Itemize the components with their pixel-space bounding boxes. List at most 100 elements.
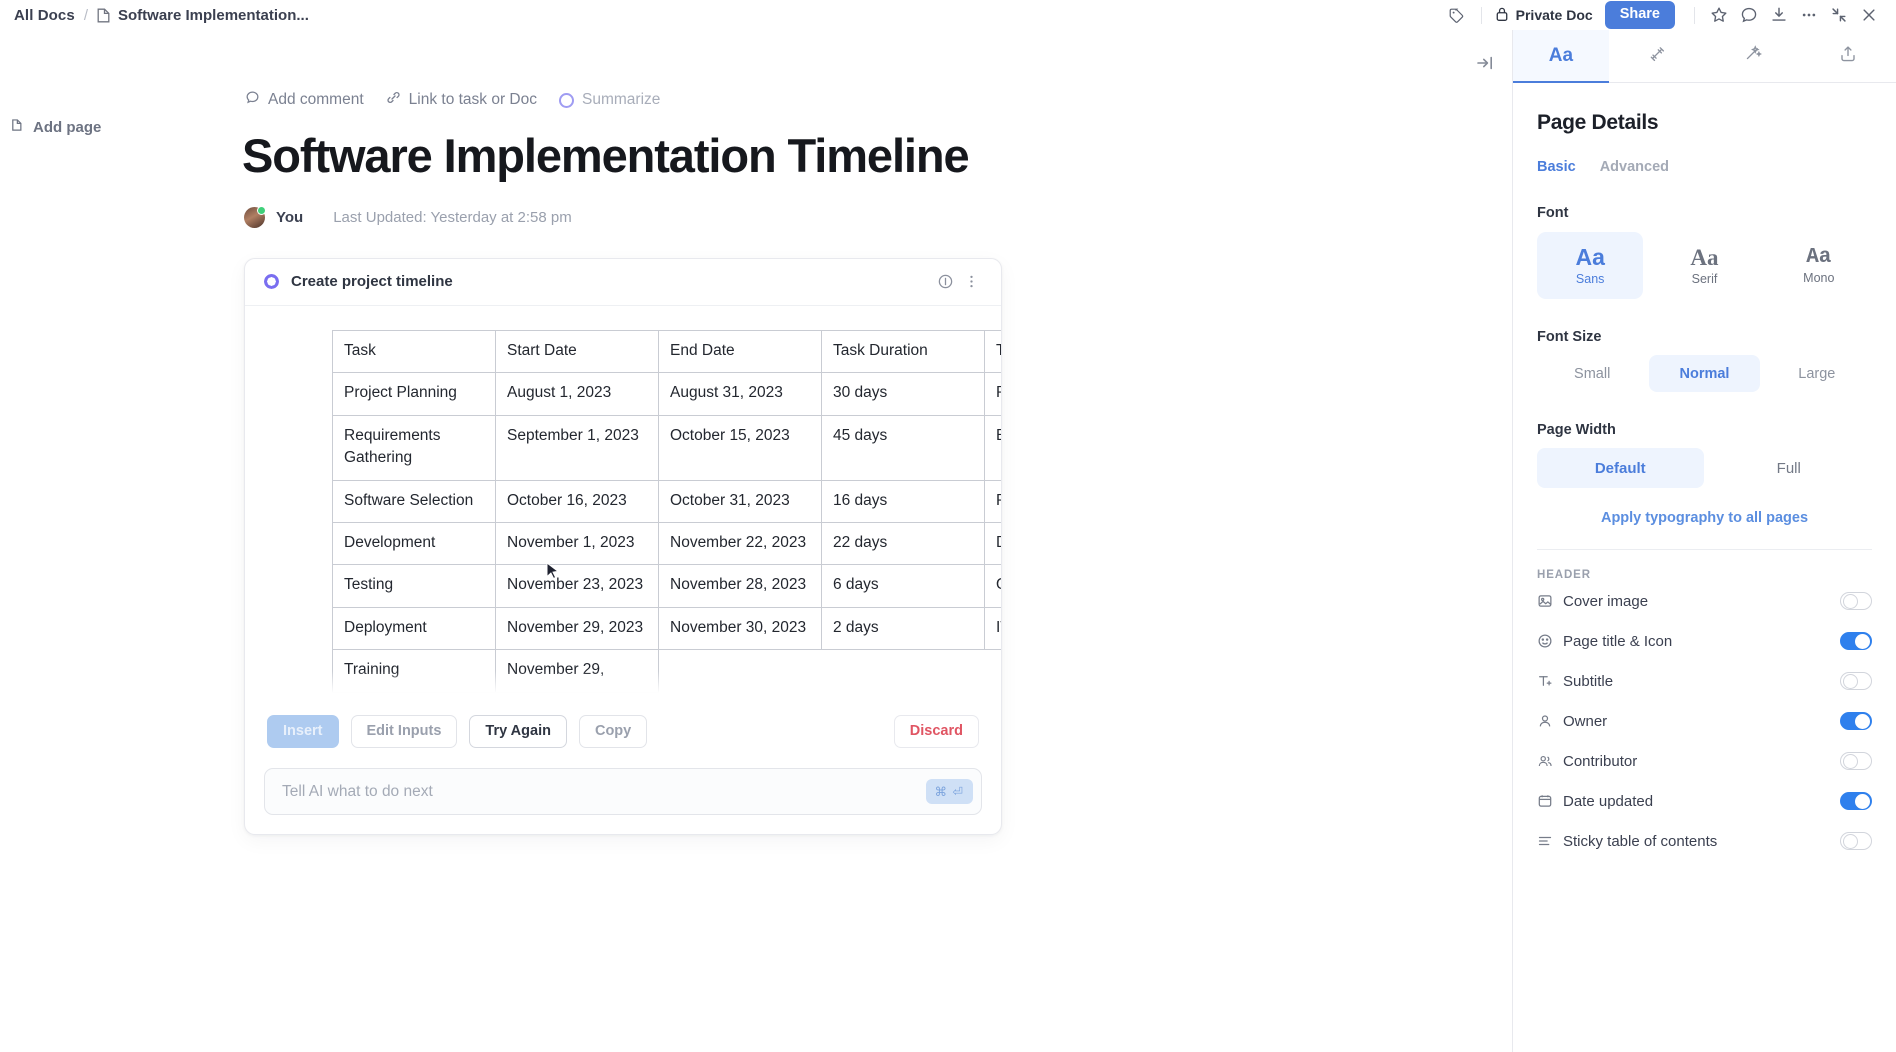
edit-inputs-button[interactable]: Edit Inputs: [350, 714, 458, 749]
toggle-row-page-title-icon[interactable]: Page title & Icon: [1537, 621, 1872, 661]
font-option-serif[interactable]: Aa Serif: [1651, 232, 1757, 299]
link-to-task-button[interactable]: Link to task or Doc: [386, 90, 537, 110]
insert-button[interactable]: Insert: [267, 714, 339, 749]
collapse-icon[interactable]: [1824, 2, 1854, 28]
toggle-label: Sticky table of contents: [1563, 832, 1718, 850]
avatar[interactable]: [244, 205, 266, 228]
toggle-row-owner[interactable]: Owner: [1537, 701, 1872, 741]
table-header-cell: Start Date: [495, 329, 659, 374]
toggle-row-date-updated[interactable]: Date updated: [1537, 781, 1872, 821]
toggle-row-cover-image[interactable]: Cover image: [1537, 581, 1872, 621]
page-width-options: Default Full: [1537, 448, 1872, 488]
font-label-sans: Sans: [1575, 271, 1605, 286]
font-size-label: Font Size: [1537, 329, 1602, 345]
font-option-sans[interactable]: Aa Sans: [1537, 232, 1644, 299]
generated-table-viewport[interactable]: Task Start Date End Date Task Duration T…: [332, 329, 1001, 693]
font-size-large[interactable]: Large: [1762, 355, 1872, 392]
font-size-small[interactable]: Small: [1537, 355, 1647, 392]
add-comment-button[interactable]: Add comment: [245, 90, 364, 110]
apply-typography-link[interactable]: Apply typography to all pages: [1537, 510, 1872, 526]
table-cell: Business Analyst: [984, 414, 1001, 481]
body-row: Add page Add comment Link to task or Doc…: [0, 30, 1896, 1052]
table-cell: [658, 649, 822, 693]
table-cell: October 15, 2023: [658, 414, 822, 481]
table-row: Project Planning August 1, 2023 August 3…: [332, 372, 1001, 416]
try-again-button[interactable]: Try Again: [469, 714, 567, 749]
more-options-icon[interactable]: [958, 269, 984, 295]
table-row: Development November 1, 2023 November 22…: [332, 521, 1001, 566]
table-header-cell: Task: [332, 329, 496, 374]
table-cell: 30 days: [821, 372, 985, 416]
table-cell: QA Team: [984, 564, 1001, 608]
ai-card-header: Create project timeline: [245, 259, 1001, 306]
toggle-label: Subtitle: [1563, 672, 1614, 690]
link-to-task-label: Link to task or Doc: [408, 91, 537, 108]
collapse-panel-icon[interactable]: [1472, 50, 1498, 76]
top-bar: All Docs / Software Implementation... Pr…: [0, 0, 1896, 30]
calendar-icon: [1537, 793, 1563, 809]
toggle-switch-sticky-toc[interactable]: [1840, 832, 1872, 850]
toggle-row-subtitle[interactable]: Subtitle: [1537, 661, 1872, 701]
copy-button[interactable]: Copy: [578, 714, 648, 749]
tab-typography[interactable]: Aa: [1513, 30, 1609, 83]
top-bar-actions: Private Doc Share: [1442, 1, 1884, 29]
breadcrumb-all-docs[interactable]: All Docs: [14, 7, 75, 24]
discard-button[interactable]: Discard: [893, 714, 979, 749]
summarize-button[interactable]: Summarize: [559, 91, 660, 109]
breadcrumb-separator: /: [83, 6, 88, 24]
doc-page-icon: [97, 8, 110, 23]
toggle-switch-subtitle[interactable]: [1840, 672, 1872, 690]
table-cell: IT Ops: [984, 606, 1001, 651]
toggle-switch-contributor[interactable]: [1840, 752, 1872, 770]
font-option-mono[interactable]: Aa Mono: [1766, 232, 1872, 299]
close-icon[interactable]: [1854, 2, 1884, 28]
table-header-cell: End Date: [658, 329, 822, 374]
table-cell: November 1, 2023: [495, 521, 659, 566]
toggle-switch-date-updated[interactable]: [1840, 792, 1872, 810]
toggle-label: Owner: [1563, 712, 1608, 730]
page-width-default[interactable]: Default: [1537, 448, 1704, 488]
toggle-switch-page-title-icon[interactable]: [1840, 632, 1872, 650]
page-title[interactable]: Software Implementation Timeline: [242, 129, 1162, 183]
breadcrumb-current-doc[interactable]: Software Implementation...: [97, 7, 309, 24]
ellipsis-icon[interactable]: [1794, 2, 1824, 28]
app-root: All Docs / Software Implementation... Pr…: [0, 0, 1896, 1052]
add-page-icon: [10, 118, 24, 136]
toggle-row-contributor[interactable]: Contributor: [1537, 741, 1872, 781]
font-sample-sans: Aa: [1575, 243, 1605, 270]
tab-ai-tools[interactable]: [1705, 30, 1801, 82]
subtab-advanced[interactable]: Advanced: [1600, 159, 1669, 175]
page-width-full[interactable]: Full: [1706, 448, 1873, 488]
toggle-switch-owner[interactable]: [1840, 712, 1872, 730]
summarize-label: Summarize: [582, 91, 661, 108]
comment-icon[interactable]: [1734, 2, 1764, 28]
info-icon[interactable]: [932, 269, 958, 295]
panel-tabs: Aa: [1513, 30, 1896, 83]
send-shortcut-badge[interactable]: ⌘ ⏎: [925, 779, 973, 805]
star-icon[interactable]: [1704, 2, 1734, 28]
font-size-normal[interactable]: Normal: [1649, 355, 1760, 392]
ai-prompt-placeholder: Tell AI what to do next: [282, 782, 433, 800]
import-icon[interactable]: [1764, 2, 1794, 28]
table-cell: Dev Team: [984, 521, 1001, 566]
toggle-switch-cover-image[interactable]: [1840, 592, 1872, 610]
share-button[interactable]: Share: [1604, 1, 1675, 29]
toggle-label: Page title & Icon: [1563, 632, 1673, 650]
mouse-cursor: [546, 562, 560, 580]
panel-content: Page Details Basic Advanced Font Aa Sans…: [1513, 83, 1896, 1052]
table-cell: [821, 649, 985, 693]
private-doc-button[interactable]: Private Doc: [1491, 6, 1603, 25]
left-sidebar: Add page: [0, 30, 232, 1052]
tab-relationships[interactable]: [1609, 30, 1705, 82]
table-cell: 2 days: [821, 606, 985, 651]
ai-card-actions: Insert Edit Inputs Try Again Copy Discar…: [245, 693, 1001, 769]
ai-prompt-input[interactable]: Tell AI what to do next ⌘ ⏎: [264, 768, 982, 816]
font-sample-mono: Aa: [1806, 245, 1832, 269]
tab-share-export[interactable]: [1800, 30, 1896, 82]
toggle-row-sticky-toc[interactable]: Sticky table of contents: [1537, 821, 1872, 861]
tag-icon[interactable]: [1442, 2, 1472, 28]
table-cell: Training: [332, 649, 496, 693]
add-page-button[interactable]: Add page: [2, 113, 109, 141]
subtab-basic[interactable]: Basic: [1537, 159, 1576, 175]
table-cell: Development: [332, 521, 496, 566]
